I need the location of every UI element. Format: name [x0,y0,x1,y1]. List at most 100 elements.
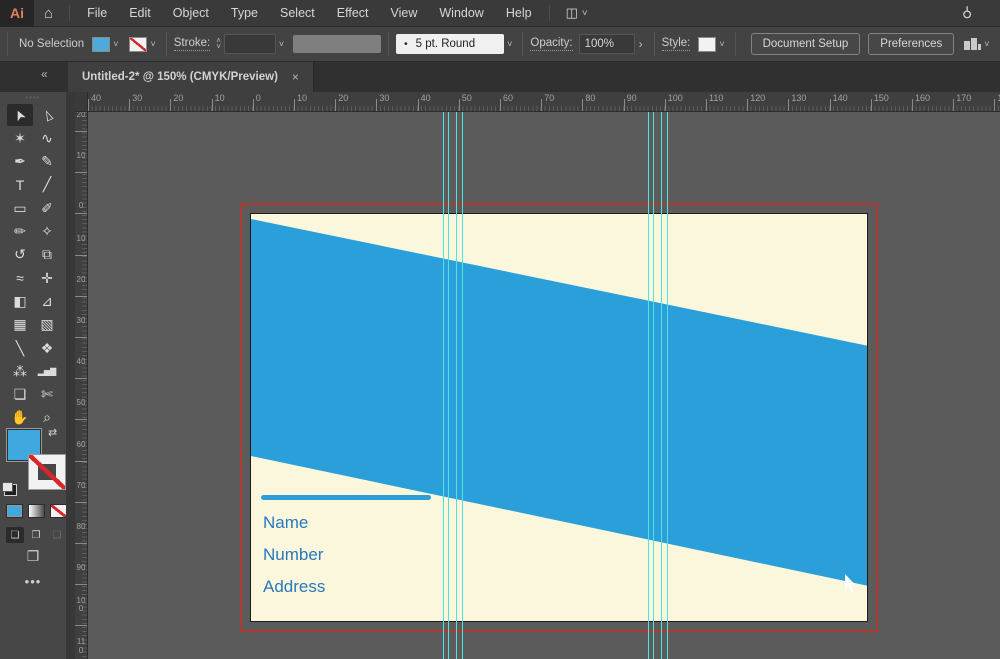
blend-tool[interactable]: ❖ [34,337,60,359]
chevron-down-icon[interactable]: ˅ [110,39,121,49]
default-fill-stroke-icon[interactable] [2,482,17,496]
opacity-expand-icon[interactable]: › [635,37,647,51]
draw-normal-mode[interactable]: ❏ [6,527,24,543]
menu-item-window[interactable]: Window [428,1,494,25]
preferences-button[interactable]: Preferences [868,33,955,55]
slice-tool[interactable]: ✄ [34,384,60,406]
ruler-label: 0 [78,200,84,210]
menu-item-effect[interactable]: Effect [326,1,380,25]
divider-line-shape[interactable] [261,495,431,500]
stroke-color-swatch[interactable] [129,36,148,52]
gradient-tool[interactable]: ▧ [34,314,60,336]
hand-tool[interactable]: ✋ [7,407,33,429]
menu-item-file[interactable]: File [76,1,118,25]
vertical-guide[interactable] [462,112,463,659]
width-tool[interactable]: ≈ [7,267,33,289]
curvature-tool[interactable]: ✎ [34,151,60,173]
card-text-address[interactable]: Address [263,577,325,597]
ruler-tick [829,99,831,111]
fill-color-swatch[interactable] [92,36,111,52]
collapse-panel-icon[interactable]: « [41,67,48,81]
menu-item-select[interactable]: Select [269,1,326,25]
menu-item-object[interactable]: Object [162,1,220,25]
line-segment-tool[interactable]: ╱ [34,174,60,196]
menu-item-edit[interactable]: Edit [118,1,162,25]
vertical-guide[interactable] [653,112,654,659]
shape-builder-tool[interactable]: ◧ [7,290,33,312]
eyedropper-tool[interactable]: ╲ [7,337,33,359]
scale-tool[interactable]: ⧉ [34,244,60,266]
zoom-tool[interactable]: ⌕ [34,407,60,429]
control-bar: No Selection ˅ ˅ Stroke: ˄ ˅ ˅ • 5 pt. Ro… [0,27,1000,62]
direct-selection-tool[interactable]: ▻ [34,104,60,126]
style-swatch[interactable] [698,36,717,52]
symbol-sprayer-tool[interactable]: ⁂ [7,360,33,382]
horizontal-ruler[interactable]: 40 30 20 10 0 10 20 30 40 50 60 70 80 90 100 110 120 130 1… [75,92,1000,112]
paintbrush-tool[interactable]: ✐ [34,197,60,219]
vertical-guide[interactable] [667,112,668,659]
vertical-guide[interactable] [661,112,662,659]
chevron-down-icon[interactable]: ˅ [716,39,727,49]
ruler-label: 70 [544,93,555,103]
menu-item-type[interactable]: Type [220,1,269,25]
style-label[interactable]: Style: [661,37,691,51]
artboard[interactable]: Name Number Address [250,213,868,622]
panel-grip[interactable]: •••• [0,93,66,102]
menu-item-help[interactable]: Help [495,1,543,25]
vertical-ruler[interactable]: 20 10 0 10 20 30 40 50 60 70 80 90 100 110 [75,112,88,659]
draw-behind-mode[interactable]: ❐ [27,527,45,543]
stroke-label[interactable]: Stroke: [173,37,211,51]
blue-diagonal-band[interactable] [251,219,867,586]
magic-wand-tool[interactable]: ✶ [7,127,33,149]
type-tool[interactable]: T [7,174,33,196]
app-logo[interactable]: Ai [0,0,34,27]
close-tab-icon[interactable]: × [292,70,299,84]
perspective-grid-tool[interactable]: ⊿ [34,290,60,312]
stroke-weight-stepper[interactable]: ˄ ˅ [216,37,221,51]
pencil-tool[interactable]: ✏ [7,221,33,243]
home-icon[interactable]: ⌂ [34,5,63,22]
change-screen-mode-icon[interactable]: ❐ [0,548,66,565]
selection-tool[interactable]: ➤ [7,104,33,126]
opacity-label[interactable]: Opacity: [530,37,573,51]
puppet-warp-tool[interactable]: ✛ [34,267,60,289]
align-icon[interactable] [964,38,982,50]
rotate-tool[interactable]: ↺ [7,244,33,266]
canvas-pasteboard[interactable]: Name Number Address [88,112,1000,659]
line-segment-tool-icon: ╱ [42,176,52,193]
brush-definition-dropdown[interactable]: • 5 pt. Round [396,34,505,54]
lasso-tool[interactable]: ∿ [34,127,60,149]
color-button[interactable] [6,504,23,518]
chevron-down-icon[interactable]: ˅ [147,39,158,49]
mesh-tool[interactable]: ▦ [7,314,33,336]
rectangle-tool[interactable]: ▭ [7,197,33,219]
discover-lightbulb-icon[interactable]: ⚲ [962,4,972,21]
card-text-name[interactable]: Name [263,513,308,533]
shaper-tool[interactable]: ✧ [34,221,60,243]
vertical-guide[interactable] [456,112,457,659]
artboard-tool[interactable]: ❏ [7,384,33,406]
stroke-color-indicator[interactable] [28,454,66,490]
none-button[interactable] [50,504,67,518]
chevron-down-icon[interactable]: ˅ [981,39,992,49]
shape-builder-tool-icon: ◧ [13,292,27,309]
column-graph-tool[interactable]: ▂▅▇ [34,360,60,382]
card-text-number[interactable]: Number [263,545,323,565]
opacity-field[interactable]: 100% [578,34,635,54]
chevron-down-icon[interactable]: ˅ [504,39,515,49]
workspace-switcher[interactable]: ◫ ˅ [566,5,588,21]
ruler-origin-corner[interactable] [75,92,88,112]
ruler-tick [129,99,131,111]
menu-item-view[interactable]: View [380,1,429,25]
chevron-down-icon[interactable]: ˅ [276,39,287,49]
gradient-button[interactable] [28,504,45,518]
vertical-guide[interactable] [448,112,449,659]
edit-toolbar-more-icon[interactable]: ••• [0,574,66,589]
document-setup-button[interactable]: Document Setup [750,33,861,55]
vertical-guide[interactable] [443,112,444,659]
pen-tool[interactable]: ✒ [7,151,33,173]
ruler-label: 100 [76,595,86,614]
stroke-weight-field[interactable] [223,34,276,54]
document-tab[interactable]: Untitled-2* @ 150% (CMYK/Preview) × [68,62,314,92]
vertical-guide[interactable] [648,112,649,659]
